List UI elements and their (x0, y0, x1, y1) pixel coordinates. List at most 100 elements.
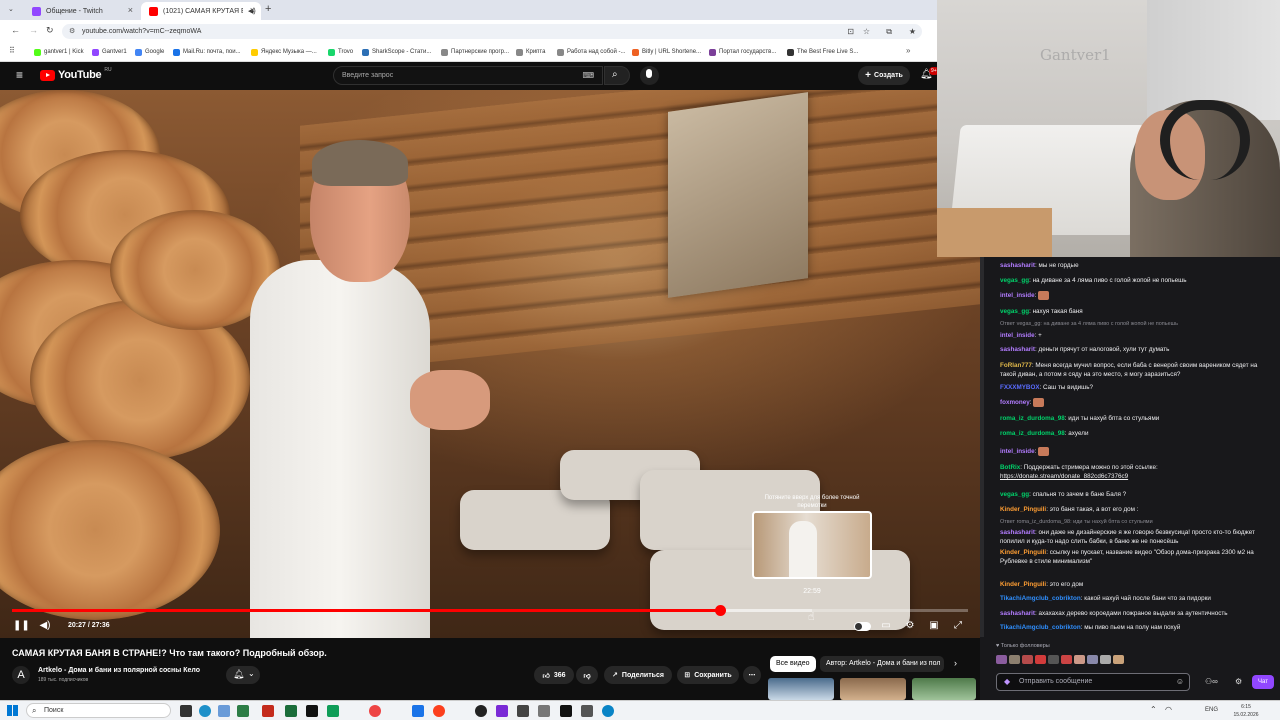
chat-username[interactable]: sashasharit (1000, 346, 1035, 353)
bookmark-item[interactable]: SharkScope - Стати... (362, 46, 431, 58)
back-icon[interactable]: ← (11, 25, 20, 35)
emote-icon[interactable] (1113, 655, 1124, 664)
emote-icon[interactable] (1035, 655, 1046, 664)
chat-send-button[interactable]: Чат (1252, 675, 1274, 689)
pause-icon[interactable]: ❚❚ (13, 619, 30, 633)
tab-youtube[interactable]: (1021) САМАЯ КРУТАЯ БАНЯ ◀) × (141, 2, 261, 20)
search-button[interactable]: ⌕ (604, 66, 630, 85)
chat-username[interactable]: TikachiAmgclub_cobrikton (1000, 624, 1081, 631)
progress-scrubber[interactable] (715, 605, 726, 616)
chat-scrollbar[interactable] (980, 257, 984, 637)
chat-input[interactable]: ◆ Отправить сообщение ☺ (996, 673, 1190, 691)
forward-icon[interactable]: → (29, 25, 38, 35)
chat-username[interactable]: sashasharit (1000, 262, 1035, 269)
taskbar-search[interactable]: ⌕ Поиск (26, 703, 171, 718)
chat-username[interactable]: FoRlan777 (1000, 362, 1032, 369)
chevron-right-icon[interactable]: › (954, 658, 957, 668)
chrome-icon[interactable] (369, 705, 381, 717)
chat-username[interactable]: intel_inside (1000, 292, 1035, 299)
favorites-icon[interactable]: ★ (909, 24, 916, 39)
install-app-icon[interactable]: ⊡ (847, 24, 854, 39)
tab-list-icon[interactable]: ⌄ (8, 5, 14, 13)
emote-icon[interactable] (1087, 655, 1098, 664)
app-icon[interactable] (237, 705, 249, 717)
bookmark-item[interactable]: Яндекс Музыка —... (251, 46, 317, 58)
bookmark-item[interactable]: Партнерские прогр... (441, 46, 509, 58)
autoplay-toggle[interactable] (854, 622, 871, 631)
chat-username[interactable]: roma_iz_durdoma_98 (1000, 430, 1065, 437)
windows-start-icon[interactable] (7, 705, 18, 716)
bookmark-item[interactable]: Крипта (516, 46, 545, 58)
bookmark-item[interactable]: Bitly | URL Shortene... (632, 46, 701, 58)
subtitles-icon[interactable]: ▭ (879, 619, 893, 633)
app-icon[interactable] (218, 705, 230, 717)
share-button[interactable]: ↗ Поделиться (604, 666, 672, 684)
settings-icon[interactable]: ⚙ (903, 619, 917, 633)
chat-username[interactable]: TikachiAmgclub_cobrikton (1000, 595, 1081, 602)
network-icon[interactable]: ◠ (1165, 705, 1172, 714)
app-icon[interactable] (581, 705, 593, 717)
language-indicator[interactable]: ENG (1205, 707, 1218, 713)
emote-icon[interactable] (1061, 655, 1072, 664)
app-icon[interactable] (560, 705, 572, 717)
channel-avatar[interactable]: A (12, 666, 30, 684)
emote-picker-icon[interactable]: ☺ (1176, 674, 1184, 690)
channel-points-icon[interactable]: ⚇∞ (1205, 677, 1218, 686)
channel-name[interactable]: Artkelo - Дома и бани из полярной сосны … (38, 667, 200, 674)
app-icon[interactable] (602, 705, 614, 717)
app-icon[interactable] (496, 705, 508, 717)
subscribed-bell-button[interactable]: 🔔︎ ⌄ (226, 666, 260, 684)
chat-username[interactable]: Kinder_Pinguili (1000, 549, 1046, 556)
chat-username[interactable]: vegas_gg (1000, 491, 1029, 498)
emote-icon[interactable] (1022, 655, 1033, 664)
app-icon[interactable] (517, 705, 529, 717)
app-icon[interactable] (285, 705, 297, 717)
app-icon[interactable] (306, 705, 318, 717)
bookmark-item[interactable]: Google (135, 46, 164, 58)
chat-username[interactable]: Kinder_Pinguili (1000, 581, 1046, 588)
chat-username[interactable]: vegas_gg (1000, 277, 1029, 284)
close-tab-icon[interactable]: × (128, 5, 133, 15)
new-tab-icon[interactable]: + (265, 3, 271, 15)
app-icon[interactable] (262, 705, 274, 717)
app-icon[interactable] (475, 705, 487, 717)
app-icon[interactable] (327, 705, 339, 717)
extensions-icon[interactable]: ⧉ (886, 24, 892, 39)
chat-username[interactable]: intel_inside (1000, 448, 1035, 455)
app-icon[interactable] (412, 705, 424, 717)
close-tab-icon[interactable]: × (250, 5, 255, 15)
apps-grid-icon[interactable]: ⠿ (9, 46, 15, 55)
create-button[interactable]: + Создать (858, 66, 910, 85)
emote-icon[interactable] (1048, 655, 1059, 664)
keyboard-icon[interactable]: ⌨ (582, 67, 594, 84)
save-button[interactable]: ⊞ Сохранить (677, 666, 739, 684)
systray-expand-icon[interactable]: ⌃ (1150, 705, 1157, 714)
chat-username[interactable]: roma_iz_durdoma_98 (1000, 415, 1065, 422)
bookmark-item[interactable]: Портал государств... (709, 46, 776, 58)
bookmark-item[interactable]: gantver1 | Kick (34, 46, 84, 58)
like-button[interactable]: 👍︎ 366 (534, 666, 574, 684)
bookmark-item[interactable]: The Best Free Live S... (787, 46, 858, 58)
chat-link[interactable]: https://donate.stream/donate_882cd6c7376… (1000, 473, 1128, 480)
taskbar-clock[interactable]: 6:15 15.02.2026 (1226, 703, 1266, 719)
bookmark-item[interactable]: Gantver1 (92, 46, 127, 58)
chat-username[interactable]: FXXXMYBOX (1000, 384, 1040, 391)
chip-all-videos[interactable]: Все видео (770, 656, 816, 672)
chat-username[interactable]: vegas_gg (1000, 308, 1029, 315)
emote-icon[interactable] (1074, 655, 1085, 664)
recommended-thumbnail[interactable] (912, 678, 976, 700)
search-input[interactable]: Введите запрос ⌨ (333, 66, 603, 85)
more-actions-button[interactable]: ⋯ (743, 666, 761, 684)
chat-settings-icon[interactable]: ⚙ (1235, 677, 1242, 686)
youtube-logo[interactable]: YouTube RU (40, 67, 112, 81)
emote-icon[interactable] (1100, 655, 1111, 664)
yandex-icon[interactable] (433, 705, 445, 717)
tab-twitch[interactable]: Общение - Twitch × (24, 2, 139, 20)
more-bookmarks-icon[interactable]: » (906, 46, 910, 55)
site-info-icon[interactable]: ⚙ (69, 24, 75, 39)
address-bar[interactable]: ⚙ youtube.com/watch?v=mC--zeqmoWA ⊡ ☆ ⧉ … (62, 24, 922, 39)
bookmark-item[interactable]: Mail.Ru: почта, пои... (173, 46, 241, 58)
bookmark-item[interactable]: Работа над собой -... (557, 46, 625, 58)
dislike-button[interactable]: 👎︎ (576, 666, 598, 684)
reload-icon[interactable]: ↻ (46, 25, 54, 36)
